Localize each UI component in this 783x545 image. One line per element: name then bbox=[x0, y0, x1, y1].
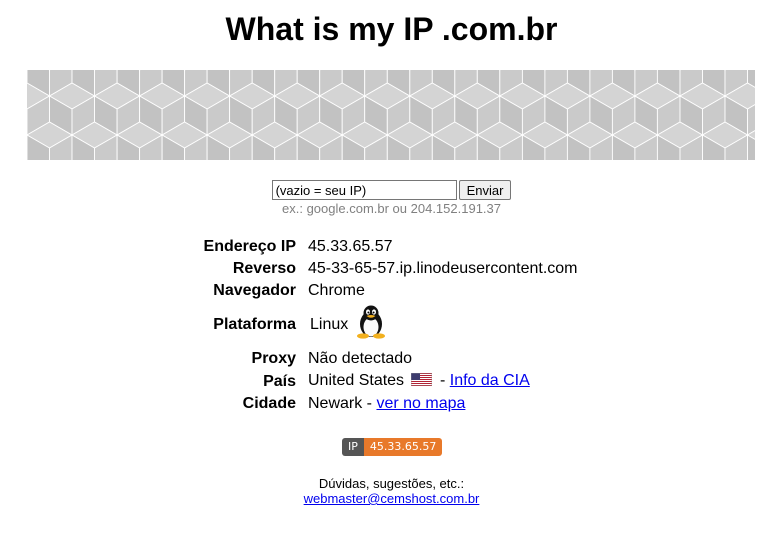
proxy-row: Proxy Não detectado bbox=[198, 348, 578, 370]
page-title: What is my IP .com.br bbox=[225, 11, 558, 47]
submit-button[interactable]: Enviar bbox=[458, 180, 512, 200]
browser-label: Navegador bbox=[213, 282, 296, 299]
country-separator: - bbox=[439, 372, 446, 389]
country-row: País United States - Info da CIA bbox=[198, 370, 578, 393]
browser-value: Chrome bbox=[308, 282, 365, 299]
search-hint: ex.: google.com.br ou 204.152.191.37 bbox=[282, 201, 501, 216]
ip-badge-value: 45.33.65.57 bbox=[363, 438, 443, 456]
ip-label: Endereço IP bbox=[203, 238, 296, 255]
footer: Dúvidas, sugestões, etc.: webmaster@cems… bbox=[0, 476, 783, 506]
ip-info-table: Endereço IP 45.33.65.57 Reverso 45-33-65… bbox=[198, 236, 578, 415]
city-label: Cidade bbox=[242, 395, 296, 412]
platform-label: Plataforma bbox=[213, 316, 296, 333]
us-flag-icon bbox=[410, 371, 432, 393]
platform-row: Plataforma Linux bbox=[198, 302, 578, 348]
country-cell: United States - Info da CIA bbox=[308, 370, 578, 393]
ip-search-input[interactable] bbox=[271, 180, 457, 200]
platform-cell: Linux bbox=[308, 302, 578, 348]
ip-badge-label: IP bbox=[342, 438, 364, 456]
proxy-value: Não detectado bbox=[308, 350, 413, 367]
browser-row: Navegador Chrome bbox=[198, 280, 578, 302]
country-label: País bbox=[263, 372, 296, 390]
footer-text: Dúvidas, sugestões, etc.: bbox=[318, 476, 465, 491]
reverse-value: 45-33-65-57.ip.linodeusercontent.com bbox=[308, 260, 578, 277]
ip-badge: IP 45.33.65.57 bbox=[342, 438, 443, 456]
cia-info-link[interactable]: Info da CIA bbox=[450, 372, 530, 389]
map-link[interactable]: ver no mapa bbox=[376, 395, 465, 412]
cube-pattern bbox=[27, 70, 755, 160]
city-row: Cidade Newark - ver no mapa bbox=[198, 393, 578, 415]
tux-penguin-icon bbox=[355, 305, 387, 346]
reverse-row: Reverso 45-33-65-57.ip.linodeusercontent… bbox=[198, 258, 578, 280]
city-cell: Newark - ver no mapa bbox=[308, 393, 578, 415]
proxy-label: Proxy bbox=[251, 350, 296, 367]
banner-image bbox=[27, 70, 755, 160]
reverse-label: Reverso bbox=[232, 260, 296, 277]
webmaster-email-link[interactable]: webmaster@cemshost.com.br bbox=[304, 491, 480, 506]
country-value: United States bbox=[308, 372, 405, 389]
ip-row: Endereço IP 45.33.65.57 bbox=[198, 236, 578, 258]
platform-value: Linux bbox=[310, 316, 349, 334]
search-form: Enviar bbox=[0, 180, 783, 200]
city-value: Newark - bbox=[308, 395, 373, 412]
ip-value: 45.33.65.57 bbox=[308, 238, 393, 255]
